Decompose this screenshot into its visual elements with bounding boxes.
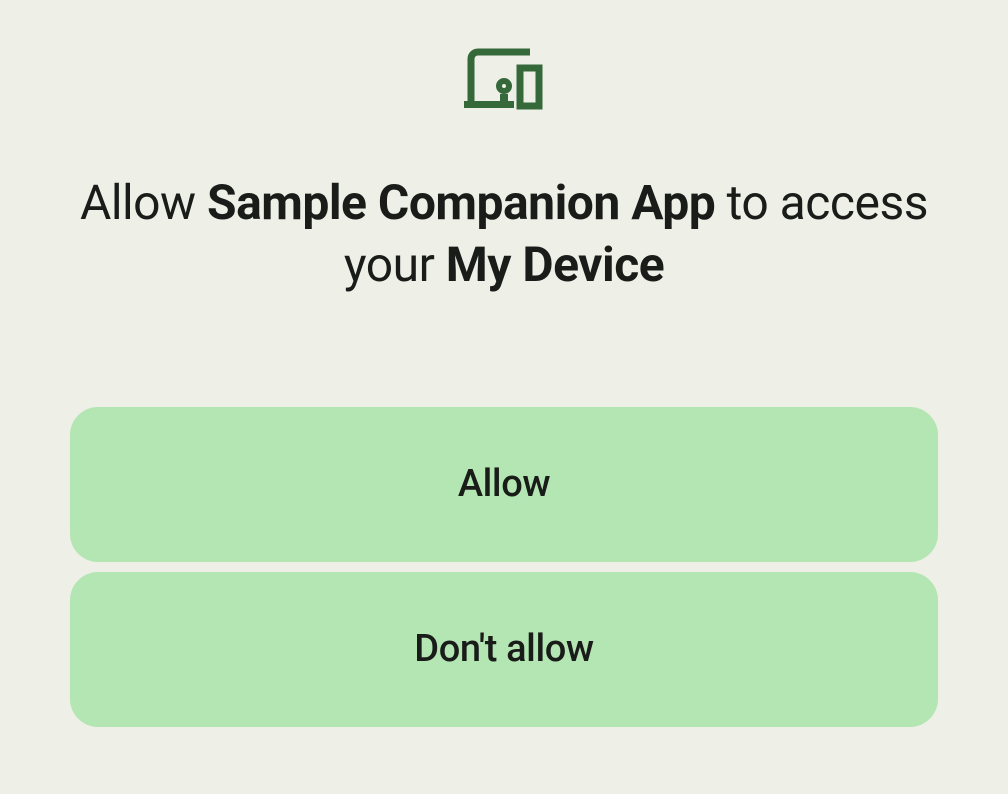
heading-device-name: My Device xyxy=(446,236,664,293)
deny-button[interactable]: Don't allow xyxy=(70,572,938,727)
permission-heading: Allow Sample Companion App to access you… xyxy=(70,172,938,297)
button-group: Allow Don't allow xyxy=(70,407,938,727)
devices-icon xyxy=(464,46,544,114)
allow-button[interactable]: Allow xyxy=(70,407,938,562)
heading-pre: Allow xyxy=(80,174,207,231)
heading-app-name: Sample Companion App xyxy=(207,174,715,231)
